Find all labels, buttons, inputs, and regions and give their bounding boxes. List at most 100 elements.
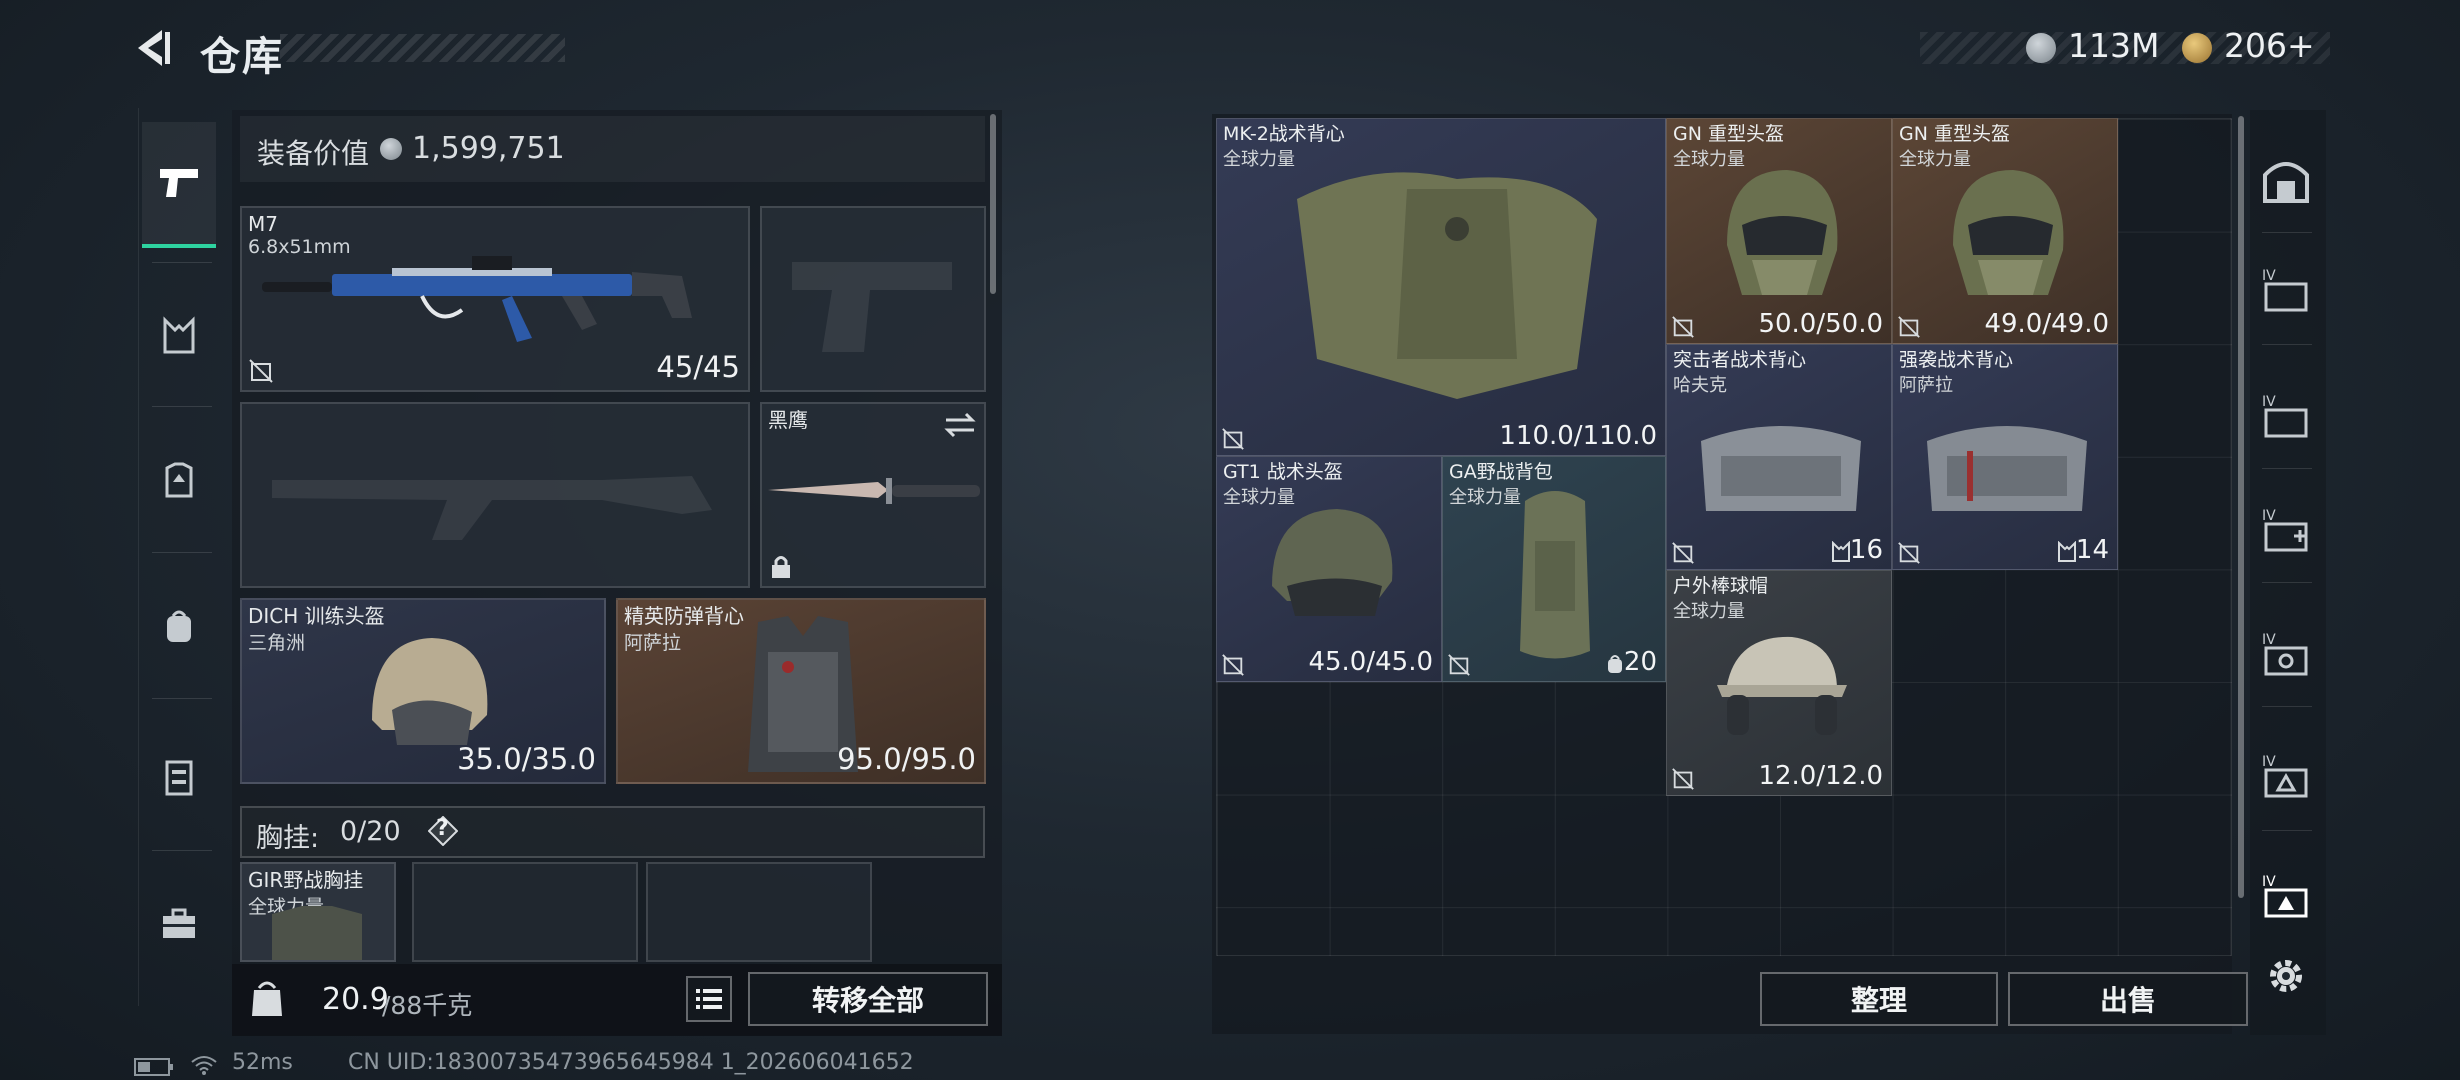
no-insure-icon [1898,316,1920,338]
storage-item-gn-helmet[interactable]: GN 重型头盔 全球力量 49.0/49.0 [1892,118,2118,344]
sidebar-item-backpacks[interactable] [142,586,216,666]
weight-max: /88千克 [382,991,473,1020]
item-name: GN 重型头盔 [1673,123,1784,145]
stash-tab-3-icon[interactable]: IV [2258,502,2314,558]
pistol-icon [160,169,198,197]
equipment-value: 1,599,751 [412,131,565,166]
storage-item-raid-vest[interactable]: 强袭战术背心 阿萨拉 14 [1892,344,2118,570]
melee-slot[interactable]: 黑鹰 [760,402,986,588]
equipment-scrollbar[interactable] [990,114,996,294]
storage-item-assault-vest[interactable]: 突击者战术背心 哈夫克 16 [1666,344,1892,570]
ping-text: 52ms [232,1050,293,1075]
chest-rig-small-icon [2058,541,2076,562]
item-origin: 哈夫克 [1673,375,1727,396]
chest-rig-label: 胸挂: [256,823,320,854]
no-insure-icon [1898,542,1920,564]
melee-name: 黑鹰 [768,408,808,432]
currency-gold[interactable]: 206+ [2224,26,2315,65]
chest-rig-empty-slot[interactable] [412,862,638,962]
wifi-icon [191,1056,217,1075]
chest-rig-item-slot[interactable]: GIR野战胸挂 全球力量 [240,862,396,962]
storage-item-ga-backpack[interactable]: GA野战背包 全球力量 20 [1442,456,1666,682]
item-durability: 12.0/12.0 [1758,761,1883,791]
no-insure-icon [249,359,273,383]
item-name: 强袭战术背心 [1899,349,2014,371]
sidebar-item-weapons[interactable] [142,122,216,248]
locker-icon [165,760,193,796]
cap-image [1717,636,1847,735]
item-name: 户外棒球帽 [1673,575,1769,597]
armor-durability: 95.0/95.0 [837,742,976,776]
chest-rig-item-name: GIR野战胸挂 [248,868,364,892]
stash-tab-2-icon[interactable]: IV [2258,388,2314,444]
svg-text:IV: IV [2262,874,2276,890]
sidebar-item-keys[interactable] [142,738,216,818]
no-insure-icon [1448,654,1470,676]
item-name: MK-2战术背心 [1223,123,1345,145]
stash-tab-4-icon[interactable]: IV [2258,626,2314,682]
title-decoration [280,34,565,62]
silver-coin-icon [2026,33,2056,63]
storage-item-gn-helmet[interactable]: GN 重型头盔 全球力量 50.0/50.0 [1666,118,1892,344]
no-insure-icon [1672,542,1694,564]
weapon-name: M7 [248,212,278,236]
chest-rig-empty-slot[interactable] [646,862,872,962]
item-capacity: 16 [1849,535,1883,565]
item-name: GA野战背包 [1449,461,1553,483]
currency-silver: 113M [2068,26,2160,65]
briefcase-icon [163,908,195,938]
sell-button[interactable]: 出售 [2008,972,2248,1026]
heavy-helmet-image [1953,170,2064,295]
swap-icon[interactable] [944,410,976,440]
no-insure-icon [1222,428,1244,450]
secondary-primary-slot[interactable] [240,402,750,588]
helmet-durability: 35.0/35.0 [457,742,596,776]
sort-button[interactable]: 整理 [1760,972,1998,1026]
storage-item-mk2-vest[interactable]: MK-2战术背心 全球力量 110.0/110.0 [1216,118,1666,456]
item-name: GN 重型头盔 [1899,123,2010,145]
svg-text:IV: IV [2262,508,2276,524]
no-insure-icon [1672,768,1694,790]
equipment-value-label: 装备价值 [257,137,370,170]
item-origin: 阿萨拉 [1899,375,1953,396]
armor-icon [165,462,193,498]
stash-tab-6-icon[interactable]: IV [2258,868,2314,924]
gold-coin-icon [2182,33,2212,63]
rifle-image [262,256,692,342]
list-icon [696,989,722,1009]
list-view-button[interactable] [686,976,732,1022]
storage-item-baseball-cap[interactable]: 户外棒球帽 全球力量 12.0/12.0 [1666,570,1892,796]
back-arrow-icon[interactable] [132,26,176,70]
item-durability: 49.0/49.0 [1984,309,2109,339]
sidebar-item-vests[interactable] [142,296,216,376]
primary-weapon-slot[interactable]: M7 6.8x51mm 45/45 [240,206,750,392]
chest-rig-capacity: 0/20 [340,816,401,847]
storage-scrollbar[interactable] [2238,116,2244,898]
backpack-small-icon [1608,655,1622,673]
stash-main-icon[interactable] [2258,152,2314,208]
sidebar-item-cases[interactable] [142,884,216,964]
armor-slot[interactable]: 精英防弹背心 阿萨拉 95.0/95.0 [616,598,986,784]
chest-rig-icon [163,316,195,354]
stash-tab-1-icon[interactable]: IV [2258,262,2314,318]
stash-tab-5-icon[interactable]: IV [2258,748,2314,804]
secondary-weapon-slot[interactable] [760,206,986,392]
chest-rig-small-icon [1832,541,1850,562]
tactical-bag-image [1701,426,1861,511]
svg-text:IV: IV [2262,268,2276,284]
item-durability: 45.0/45.0 [1308,647,1433,677]
chest-rig-image [272,906,362,960]
tactical-helmet-image [1272,509,1393,616]
tactical-vest-image [1297,172,1597,399]
transfer-all-button[interactable]: 转移全部 [748,972,988,1026]
svg-text:IV: IV [2262,632,2276,648]
pistol-placeholder-icon [792,262,952,352]
heavy-helmet-image [1727,170,1838,295]
help-icon[interactable]: ? [427,815,459,847]
helmet-slot[interactable]: DICH 训练头盔 三角洲 35.0/35.0 [240,598,606,784]
item-durability: 110.0/110.0 [1499,421,1657,451]
sidebar-item-armor[interactable] [142,440,216,520]
storage-item-gt1-helmet[interactable]: GT1 战术头盔 全球力量 45.0/45.0 [1216,456,1442,682]
settings-icon[interactable] [2258,948,2314,1004]
uid-text: CN UID:18300735473965645984 1_2026060416… [348,1050,914,1075]
